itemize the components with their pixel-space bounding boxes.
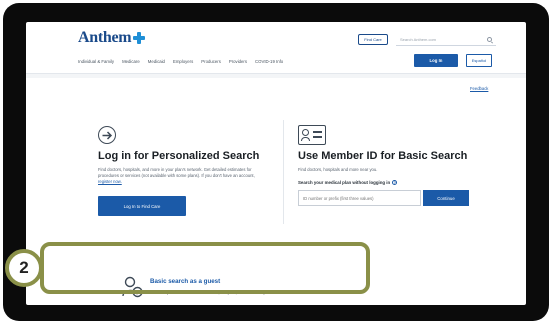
register-link[interactable]: register now. xyxy=(98,179,122,184)
nav-item-individual-family[interactable]: Individual & Family xyxy=(78,59,114,64)
member-id-panel-title: Use Member ID for Basic Search xyxy=(298,150,468,162)
main-nav: Individual & Family Medicare Medicaid Em… xyxy=(78,59,283,64)
member-id-label: Search your medical plan without logging… xyxy=(298,180,398,185)
info-icon[interactable]: ? xyxy=(392,180,398,185)
language-button[interactable]: Español xyxy=(466,54,492,67)
find-care-button[interactable]: Find Care xyxy=(358,34,388,45)
member-id-panel-description: Find doctors, hospitals and more near yo… xyxy=(298,167,378,172)
header-band xyxy=(26,74,526,78)
search-icon[interactable] xyxy=(487,36,492,42)
logo-wordmark: Anthem xyxy=(78,29,132,46)
member-id-label-text: Search your medical plan without logging… xyxy=(298,180,391,185)
feedback-link[interactable]: Feedback xyxy=(470,86,488,91)
nav-item-employers[interactable]: Employers xyxy=(173,59,193,64)
search-placeholder: Search Anthem.com xyxy=(400,36,437,42)
nav-item-medicaid[interactable]: Medicaid xyxy=(148,59,165,64)
member-id-input[interactable] xyxy=(298,190,421,206)
login-to-find-care-button[interactable]: Log In to Find Care xyxy=(98,196,186,216)
header-login-button[interactable]: Log In xyxy=(414,54,458,67)
continue-button[interactable]: Continue xyxy=(423,190,469,206)
login-arrow-icon xyxy=(98,126,116,144)
site-search-input[interactable]: Search Anthem.com xyxy=(396,33,496,46)
login-panel-description: Find doctors, hospitals, and more in you… xyxy=(98,167,268,185)
step-number-badge: 2 xyxy=(5,249,43,287)
login-panel-title: Log in for Personalized Search xyxy=(98,150,260,162)
cross-logo-icon xyxy=(133,32,146,44)
member-id-card-icon xyxy=(298,125,326,145)
guest-search-highlight xyxy=(40,242,370,294)
nav-item-providers[interactable]: Providers xyxy=(229,59,247,64)
nav-item-producers[interactable]: Producers xyxy=(201,59,221,64)
nav-item-covid-info[interactable]: COVID-19 Info xyxy=(255,59,283,64)
login-panel-text: Find doctors, hospitals, and more in you… xyxy=(98,167,255,178)
panel-divider xyxy=(283,120,284,224)
anthem-logo[interactable]: Anthem xyxy=(78,29,146,47)
nav-item-medicare[interactable]: Medicare xyxy=(122,59,140,64)
